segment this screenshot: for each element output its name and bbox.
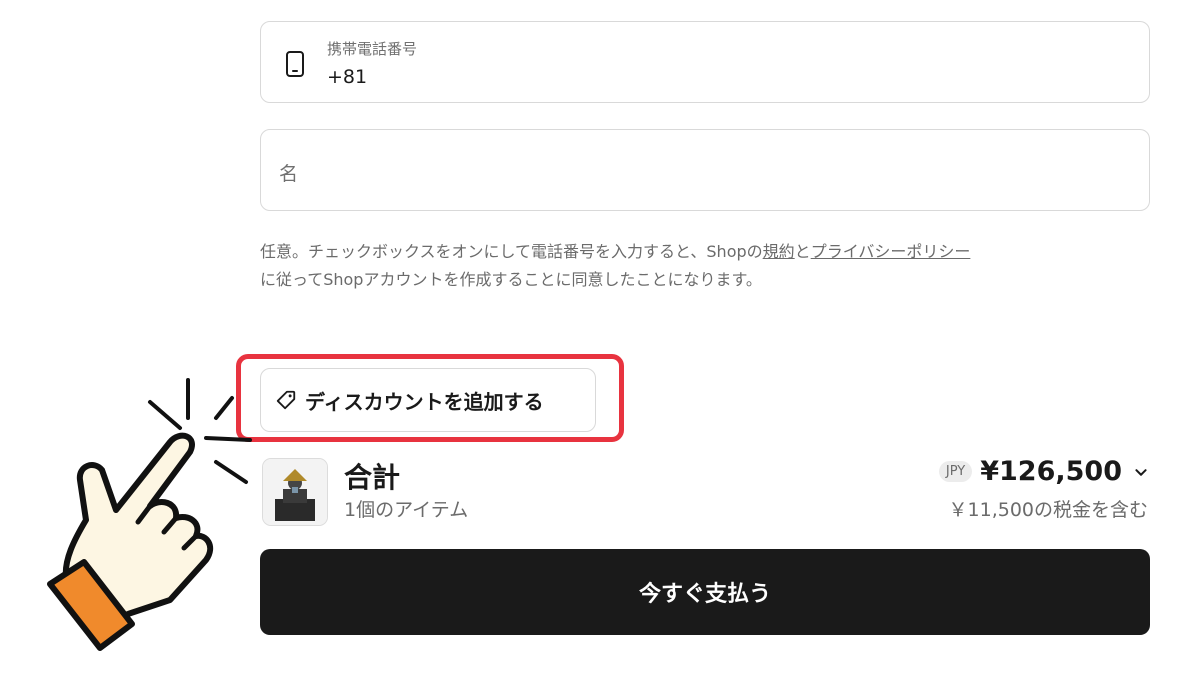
mobile-phone-icon [286,51,304,77]
phone-field[interactable]: 携帯電話番号 +81 [260,21,1150,103]
pointing-hand-icon [47,378,252,651]
add-discount-label: ディスカウントを追加する [305,389,544,414]
item-count: 1個のアイテム [344,499,469,521]
price-summary[interactable]: JPY ¥126,500 [938,456,1152,487]
product-thumbnail [262,458,328,526]
name-input[interactable]: 名 [279,159,298,186]
shop-consent-notice: 任意。チェックボックスをオンにして電話番号を入力すると、Shopの規約とプライバ… [260,238,1150,294]
phone-label: 携帯電話番号 [327,40,418,58]
name-field[interactable]: 名 [260,129,1150,211]
chevron-down-icon[interactable] [1130,461,1152,483]
currency-badge: JPY [938,461,973,482]
tax-note: ￥11,500の税金を含む [948,499,1148,521]
notice-and: と [794,242,811,261]
pay-now-button[interactable]: 今すぐ支払う [260,549,1150,635]
terms-link[interactable]: 規約 [763,242,795,261]
notice-text-1: 任意。チェックボックスをオンにして電話番号を入力すると、Shopの [260,242,763,261]
notice-text-2: に従ってShopアカウントを作成することに同意したことになります。 [260,270,762,289]
privacy-policy-link[interactable]: プライバシーポリシー [811,242,971,261]
pay-now-label: 今すぐ支払う [638,582,771,607]
tag-icon [276,390,296,410]
total-price: ¥126,500 [980,456,1122,487]
phone-input[interactable]: +81 [327,66,367,88]
add-discount-button[interactable]: ディスカウントを追加する [260,368,596,432]
total-label: 合計 [344,461,401,494]
